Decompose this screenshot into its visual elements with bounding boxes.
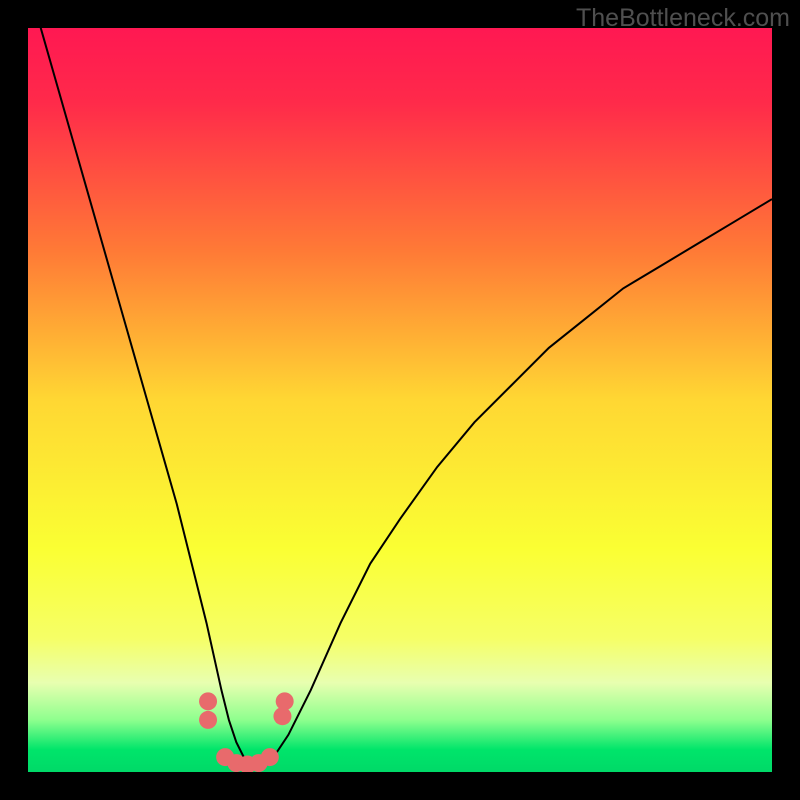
- chart-frame: TheBottleneck.com: [0, 0, 800, 800]
- highlight-marker: [199, 692, 217, 710]
- highlight-marker: [261, 748, 279, 766]
- highlight-marker: [199, 711, 217, 729]
- chart-svg: [28, 28, 772, 772]
- gradient-background: [28, 28, 772, 772]
- watermark-text: TheBottleneck.com: [576, 4, 790, 33]
- plot-area: [28, 28, 772, 772]
- highlight-marker: [276, 692, 294, 710]
